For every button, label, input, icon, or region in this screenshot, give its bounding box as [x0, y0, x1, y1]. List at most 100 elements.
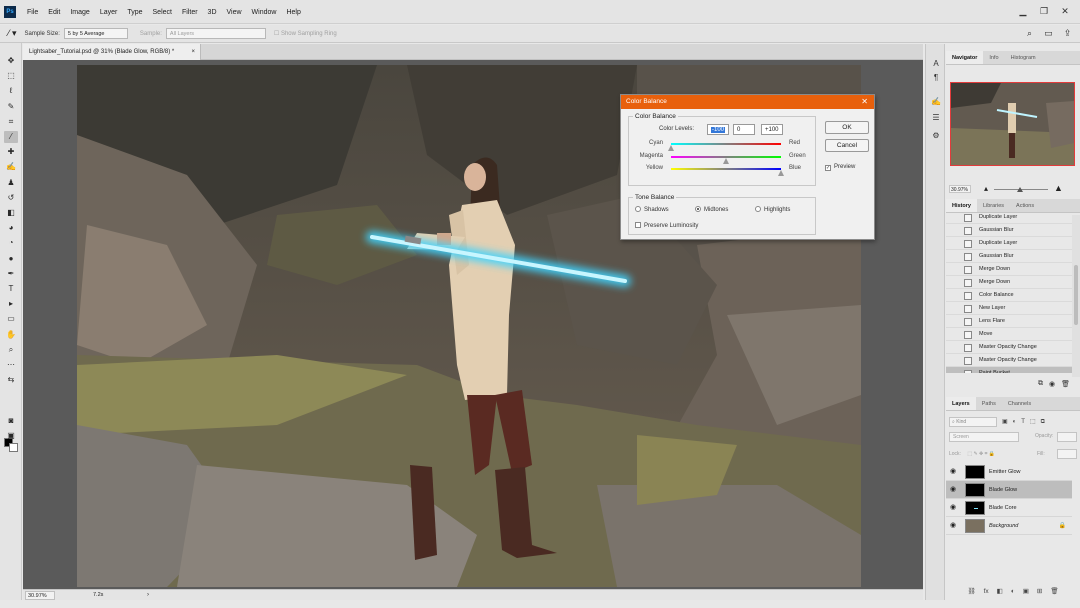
cyan-red-level-field[interactable]: -100: [707, 124, 729, 135]
type-tool-icon[interactable]: T: [4, 283, 18, 295]
fill-field[interactable]: [1057, 449, 1077, 459]
smart-object-filter-icon[interactable]: ⧉: [1041, 419, 1045, 425]
clone-stamp-tool-icon[interactable]: ♟: [4, 177, 18, 189]
brush-tool-icon[interactable]: ✍: [4, 161, 18, 173]
blend-mode-select[interactable]: Screen: [949, 432, 1019, 442]
pixel-filter-icon[interactable]: ▣: [1002, 419, 1008, 425]
visibility-eye-icon[interactable]: ◉: [950, 463, 956, 481]
snapshot-icon[interactable]: ◉: [1049, 380, 1055, 388]
shape-filter-icon[interactable]: ⬚: [1030, 419, 1036, 425]
swap-colors-icon[interactable]: ⇆: [4, 374, 18, 386]
new-document-from-state-icon[interactable]: ⧉: [1038, 380, 1043, 388]
history-item[interactable]: Master Opacity Change: [946, 341, 1072, 354]
eyedropper-tool-icon[interactable]: ⁄: [4, 131, 18, 143]
type-filter-icon[interactable]: T: [1021, 419, 1025, 425]
visibility-eye-icon[interactable]: ◉: [950, 499, 956, 517]
menu-3d[interactable]: 3D: [208, 9, 217, 16]
opacity-field[interactable]: [1057, 432, 1077, 442]
add-mask-icon[interactable]: ◧: [997, 587, 1003, 595]
restore-icon[interactable]: ❐: [1035, 5, 1053, 18]
share-icon[interactable]: ⇪: [1061, 27, 1074, 40]
history-item[interactable]: Master Opacity Change: [946, 354, 1072, 367]
delete-state-icon[interactable]: 🗑: [1061, 380, 1070, 388]
navigator-tab-histogram[interactable]: Histogram: [1005, 51, 1042, 64]
menu-file[interactable]: File: [27, 9, 38, 16]
dodge-tool-icon[interactable]: ●: [4, 253, 18, 265]
workspace-icon[interactable]: ▭: [1042, 27, 1055, 40]
hand-tool-icon[interactable]: ✋: [4, 329, 18, 341]
background-color-swatch[interactable]: [9, 443, 18, 452]
pen-tool-icon[interactable]: ✒: [4, 268, 18, 280]
cancel-button[interactable]: Cancel: [825, 139, 869, 152]
slider-knob-cyan-red[interactable]: [668, 145, 674, 151]
dialog-title-bar[interactable]: Color Balance ✕: [621, 95, 874, 109]
history-item[interactable]: Duplicate Layer: [946, 237, 1072, 250]
new-layer-icon[interactable]: ⊞: [1037, 587, 1042, 595]
group-icon[interactable]: ▣: [1023, 587, 1029, 595]
minimize-icon[interactable]: ▁: [1014, 5, 1032, 18]
blur-tool-icon[interactable]: ◔: [4, 237, 18, 249]
dialog-close-icon[interactable]: ✕: [861, 95, 868, 109]
shape-tool-icon[interactable]: ▭: [4, 313, 18, 325]
healing-brush-tool-icon[interactable]: ✚: [4, 146, 18, 158]
document-tab[interactable]: Lightsaber_Tutorial.psd @ 31% (Blade Glo…: [23, 44, 201, 60]
menu-image[interactable]: Image: [70, 9, 89, 16]
zoom-in-icon[interactable]: ▲: [1054, 183, 1063, 193]
layers-tab-paths[interactable]: Paths: [976, 397, 1002, 410]
layer-row[interactable]: ◉ Background 🔒: [946, 517, 1072, 535]
sample-size-select[interactable]: 5 by 5 Average: [63, 28, 128, 39]
menu-help[interactable]: Help: [286, 9, 300, 16]
history-item[interactable]: Paint Bucket: [946, 367, 1072, 373]
preserve-luminosity-box[interactable]: [635, 222, 641, 228]
screen-mode-icon[interactable]: ▣: [4, 430, 18, 442]
move-tool-icon[interactable]: ✥: [4, 55, 18, 67]
radio-button[interactable]: [695, 206, 701, 212]
menu-select[interactable]: Select: [153, 9, 172, 16]
history-item[interactable]: New Layer: [946, 302, 1072, 315]
history-item[interactable]: Gaussian Blur: [946, 224, 1072, 237]
layer-filter-kind[interactable]: ⌕ Kind: [949, 417, 997, 427]
zoom-out-icon[interactable]: ▴: [984, 184, 988, 193]
show-sampling-ring-checkbox[interactable]: ☐ Show Sampling Ring: [274, 30, 337, 37]
visibility-eye-icon[interactable]: ◉: [950, 481, 956, 499]
lasso-tool-icon[interactable]: ℓ: [4, 85, 18, 97]
radio-button[interactable]: [635, 206, 641, 212]
eyedropper-preset-icon[interactable]: ⁄ ▾: [8, 28, 17, 39]
preserve-luminosity-checkbox[interactable]: Preserve Luminosity: [635, 222, 698, 230]
adjustments-panel-icon[interactable]: ⚙: [930, 130, 942, 142]
history-item[interactable]: Duplicate Layer: [946, 211, 1072, 224]
magenta-green-level-field[interactable]: 0: [733, 124, 755, 135]
ok-button[interactable]: OK: [825, 121, 869, 134]
close-tab-icon[interactable]: ×: [191, 44, 195, 60]
radio-button[interactable]: [755, 206, 761, 212]
eraser-tool-icon[interactable]: ◧: [4, 207, 18, 219]
tone-radio-midtones[interactable]: Midtones: [695, 206, 728, 214]
navigator-tab-navigator[interactable]: Navigator: [946, 51, 984, 64]
menu-view[interactable]: View: [227, 9, 242, 16]
edit-toolbar-icon[interactable]: ⋯: [4, 359, 18, 371]
quick-select-tool-icon[interactable]: ✎: [4, 101, 18, 113]
slider-track-yellow-blue[interactable]: [671, 168, 781, 170]
status-menu-arrow[interactable]: ›: [147, 590, 149, 600]
paint-bucket-tool-icon[interactable]: ◕: [4, 222, 18, 234]
slider-knob-yellow-blue[interactable]: [778, 170, 784, 176]
adjustment-layer-icon[interactable]: ◐: [1011, 588, 1015, 595]
layer-row[interactable]: ◉ Blade Core: [946, 499, 1072, 517]
history-scroll-thumb[interactable]: [1074, 265, 1078, 325]
slider-track-cyan-red[interactable]: [671, 143, 781, 145]
tone-radio-shadows[interactable]: Shadows: [635, 206, 669, 214]
properties-panel-icon[interactable]: ☰: [930, 112, 942, 124]
navigator-thumbnail[interactable]: [950, 82, 1075, 166]
search-icon[interactable]: ⌕: [1023, 27, 1036, 40]
brush-settings-icon[interactable]: ✍: [930, 96, 942, 108]
fx-icon[interactable]: fx: [984, 588, 989, 595]
navigator-tab-info[interactable]: Info: [983, 51, 1004, 64]
menu-filter[interactable]: Filter: [182, 9, 198, 16]
marquee-tool-icon[interactable]: ⬚: [4, 70, 18, 82]
visibility-eye-icon[interactable]: ◉: [950, 517, 956, 535]
quick-mask-icon[interactable]: ◙: [4, 415, 18, 427]
character-panel-icon[interactable]: A: [930, 58, 942, 70]
history-item[interactable]: Gaussian Blur: [946, 250, 1072, 263]
sample-select[interactable]: All Layers: [165, 28, 266, 39]
path-select-tool-icon[interactable]: ▸: [4, 298, 18, 310]
